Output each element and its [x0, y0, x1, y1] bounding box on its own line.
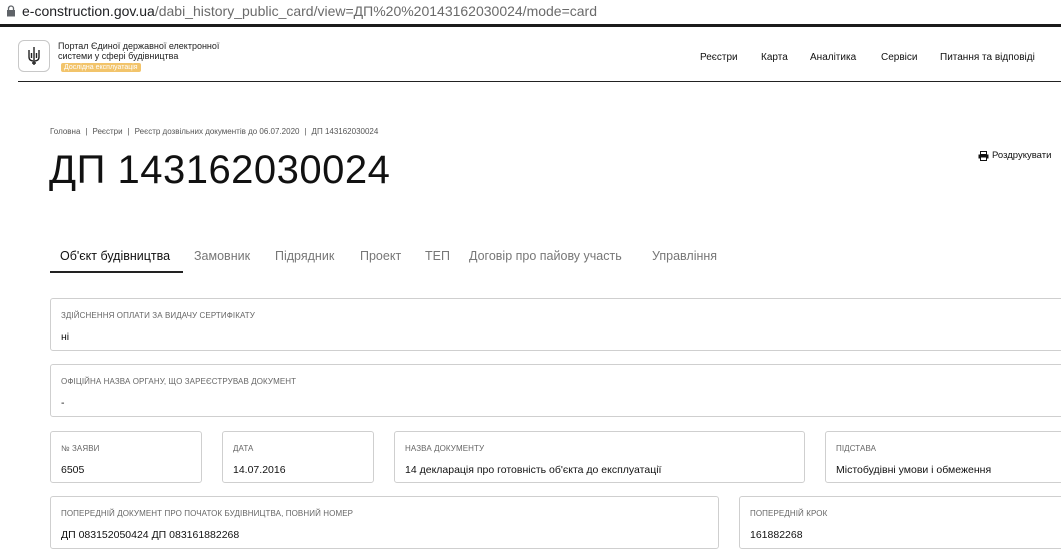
field-value: 161882268 [750, 529, 803, 541]
field-document-name: Назва документу 14 декларація про готовн… [394, 431, 805, 483]
breadcrumb-permit-registry[interactable]: Реєстр дозвільних документів до 06.07.20… [135, 127, 300, 136]
print-button[interactable]: Роздрукувати [978, 150, 1051, 161]
field-value: Містобудівні умови і обмеження [836, 464, 992, 476]
breadcrumb-registries[interactable]: Реєстри [92, 127, 122, 136]
field-date: Дата 14.07.2016 [222, 431, 374, 483]
site-header: Портал Єдиної державної електронної сист… [18, 36, 1061, 82]
tab-contractor[interactable]: Підрядник [275, 249, 334, 263]
breadcrumb-separator: | [304, 127, 307, 136]
tab-share-agreement[interactable]: Договір про пайову участь [469, 249, 622, 263]
active-tab-indicator [50, 271, 183, 273]
field-label: Назва документу [405, 444, 485, 453]
tab-project[interactable]: Проект [360, 249, 401, 263]
field-value: 6505 [61, 464, 85, 476]
field-value: ДП 083152050424 ДП 083161882268 [61, 529, 240, 541]
lock-icon [7, 5, 15, 17]
url-path: /dabi_history_public_card/view=ДП%20%201… [154, 3, 598, 19]
field-value: 14 декларація про готовність об'єкта до … [405, 464, 662, 476]
field-registering-authority: Офіційна назва органу, що зареєстрував д… [50, 364, 1061, 417]
tab-tep[interactable]: ТЕП [425, 249, 450, 263]
breadcrumb-current: ДП 143162030024 [311, 127, 379, 136]
field-application-number: № заяви 6505 [50, 431, 202, 483]
breadcrumb-separator: | [85, 127, 88, 136]
field-label: Офіційна назва органу, що зареєстрував д… [61, 377, 297, 386]
browser-divider [0, 24, 1061, 27]
nav-faq[interactable]: Питання та відповіді [940, 52, 1035, 63]
field-label: Здійснення оплати за видачу сертифікату [61, 311, 255, 320]
status-badge: Дослідна експлуатація [61, 63, 141, 72]
print-label: Роздрукувати [992, 150, 1052, 161]
browser-address-bar[interactable]: e-construction.gov.ua/dabi_history_publi… [0, 0, 1061, 25]
tab-construction-object[interactable]: Об'єкт будівництва [60, 249, 170, 263]
field-value: - [61, 397, 65, 409]
portal-title: Портал Єдиної державної електронної сист… [58, 41, 220, 61]
trident-logo-icon[interactable] [18, 40, 50, 72]
tab-management[interactable]: Управління [652, 249, 717, 263]
nav-map[interactable]: Карта [761, 52, 788, 63]
field-payment-certificate: Здійснення оплати за видачу сертифікату … [50, 298, 1061, 351]
breadcrumb-home[interactable]: Головна [50, 127, 80, 136]
field-value: ні [61, 331, 70, 343]
field-label: Попередній крок [750, 509, 828, 518]
field-value: 14.07.2016 [233, 464, 286, 476]
field-label: Попередній документ про початок будівниц… [61, 509, 354, 518]
url-domain: e-construction.gov.ua [22, 3, 155, 19]
field-label: Дата [233, 444, 254, 453]
printer-icon [978, 150, 989, 161]
field-basis: Підстава Містобудівні умови і обмеження [825, 431, 1061, 483]
field-label: № заяви [61, 444, 100, 453]
portal-name[interactable]: Портал Єдиної державної електронної сист… [58, 41, 238, 72]
breadcrumb-separator: | [127, 127, 130, 136]
field-label: Підстава [836, 444, 877, 453]
field-previous-step: Попередній крок 161882268 [739, 496, 1061, 549]
tab-customer[interactable]: Замовник [194, 249, 250, 263]
url-text[interactable]: e-construction.gov.ua/dabi_history_publi… [22, 3, 597, 19]
nav-services[interactable]: Сервіси [881, 52, 917, 63]
nav-registries[interactable]: Реєстри [700, 52, 738, 63]
nav-analytics[interactable]: Аналітика [810, 52, 856, 63]
breadcrumb: Головна | Реєстри | Реєстр дозвільних докуме… [50, 127, 378, 136]
page-title: ДП 143162030024 [49, 148, 391, 192]
field-previous-document: Попередній документ про початок будівниц… [50, 496, 719, 549]
